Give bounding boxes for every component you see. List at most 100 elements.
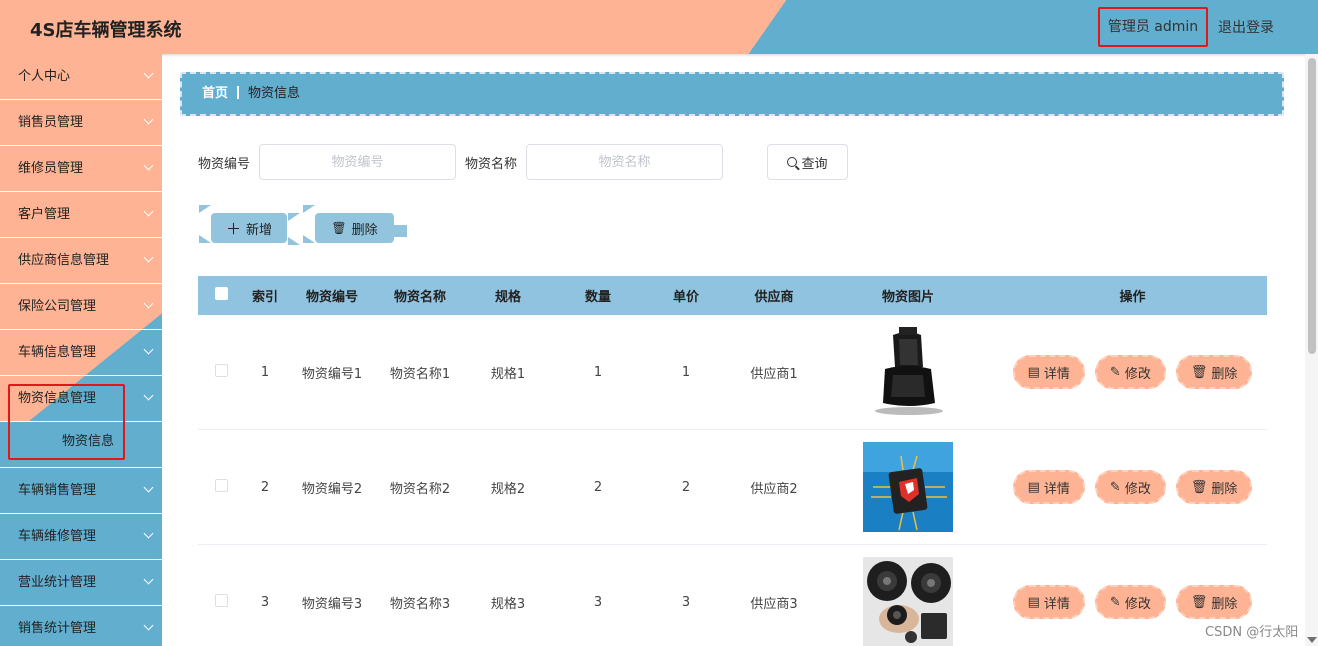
breadcrumb-current: 物资信息 [248,86,301,101]
sidebar-item-label: 保险公司管理 [18,299,97,314]
sidebar-item-label: 物资信息管理 [18,391,97,406]
sidebar: 个人中心 销售员管理 维修员管理 客户管理 供应商信息管理 保险公司管理 车辆信… [0,54,162,646]
edit-icon: ✎ [1109,364,1121,380]
sidebar-item-label: 车辆销售管理 [18,483,97,498]
bulk-delete-button-label: 删除 [351,222,378,238]
sidebar-item-label: 客户管理 [18,207,71,222]
chevron-down-icon [145,606,152,646]
speakers-image [863,557,953,646]
decor-corner [199,205,211,213]
sidebar-item-label: 车辆信息管理 [18,345,97,360]
cell-name: 物资名称2 [389,481,451,497]
column-header: 物资名称 [393,290,446,305]
column-header: 操作 [1119,290,1146,305]
column-header: 物资图片 [881,290,934,305]
cell-code: 物资编号1 [301,366,363,382]
logout-link[interactable]: 退出登录 [1218,17,1274,37]
name-search-input[interactable] [526,144,723,180]
delete-button[interactable]: 🗑 删除 [1175,470,1253,504]
chevron-down-icon [145,330,152,375]
edit-icon: ✎ [1109,594,1121,610]
table-row: 2 物资编号2 物资名称2 规格2 2 2 供应商2 ▤ 详情 ✎ 修改 🗑 删… [198,430,1267,545]
chevron-down-icon [145,192,152,237]
sidebar-item-suppliers[interactable]: 供应商信息管理 [0,238,162,284]
document-icon: ▤ [1027,364,1040,380]
cell-name: 物资名称1 [389,366,451,382]
sidebar-subitem-material-info[interactable]: 物资信息 [0,422,162,468]
sidebar-item-repair-staff[interactable]: 维修员管理 [0,146,162,192]
sidebar-item-label: 营业统计管理 [18,575,97,590]
bulk-delete-button[interactable]: 🗑 删除 [315,213,394,243]
decor-tab [394,225,407,237]
trash-icon: 🗑 [1190,594,1208,610]
detail-button[interactable]: ▤ 详情 [1012,585,1085,619]
add-button[interactable]: ＋ 新增 [211,213,287,243]
sidebar-item-label: 车辆维修管理 [18,529,97,544]
document-icon: ▤ [1027,594,1040,610]
delete-button[interactable]: 🗑 删除 [1175,355,1253,389]
chevron-down-icon [145,146,152,191]
scroll-down-arrow-icon[interactable] [1307,637,1317,643]
edit-button[interactable]: ✎ 修改 [1094,355,1166,389]
cell-index: 3 [260,594,270,610]
sidebar-item-customers[interactable]: 客户管理 [0,192,162,238]
column-header: 规格 [494,290,521,305]
sidebar-item-personal-center[interactable]: 个人中心 [0,54,162,100]
chevron-up-icon [145,376,152,421]
sidebar-item-vehicles[interactable]: 车辆信息管理 [0,330,162,376]
plus-icon: ＋ [225,219,241,238]
cell-price: 1 [681,364,691,380]
column-header: 供应商 [754,290,794,305]
delete-button-label: 删除 [1211,596,1238,612]
edit-button-label: 修改 [1124,596,1151,612]
sidebar-item-vehicle-sales[interactable]: 车辆销售管理 [0,468,162,514]
cell-spec: 规格1 [490,366,526,382]
chevron-down-icon [145,284,152,329]
decor-corner [199,235,211,243]
edit-icon: ✎ [1109,479,1121,495]
row-checkbox[interactable] [214,478,228,492]
table-header: 索引 物资编号 物资名称 规格 数量 单价 供应商 物资图片 操作 [198,276,1267,315]
cell-spec: 规格2 [490,481,526,497]
sidebar-item-business-stats[interactable]: 营业统计管理 [0,560,162,606]
materials-table: 索引 物资编号 物资名称 规格 数量 单价 供应商 物资图片 操作 1 物资编号… [198,276,1267,646]
column-header: 索引 [251,290,278,305]
select-all-checkbox[interactable] [214,287,228,300]
decor-corner [288,213,300,221]
edit-button[interactable]: ✎ 修改 [1094,585,1166,619]
trash-icon: 🗑 [331,221,347,235]
sidebar-item-label: 销售统计管理 [18,621,97,636]
edit-button[interactable]: ✎ 修改 [1094,470,1166,504]
query-button-label: 查询 [801,156,828,172]
sidebar-item-sales-stats[interactable]: 销售统计管理 [0,606,162,646]
trash-icon: 🗑 [1190,364,1208,380]
edit-button-label: 修改 [1124,481,1151,497]
delete-button[interactable]: 🗑 删除 [1175,585,1253,619]
row-checkbox[interactable] [214,363,228,377]
row-checkbox[interactable] [214,593,228,607]
sidebar-item-vehicle-repair[interactable]: 车辆维修管理 [0,514,162,560]
detail-button[interactable]: ▤ 详情 [1012,355,1085,389]
sidebar-item-insurance[interactable]: 保险公司管理 [0,284,162,330]
query-button[interactable]: 查询 [767,144,848,180]
column-header: 数量 [584,290,611,305]
main-content: 首页 物资信息 物资编号 物资名称 查询 ＋ 新增 🗑 删除 索引 物资编号 物资… [162,54,1304,646]
current-user-label[interactable]: 管理员 admin [1098,7,1208,47]
chevron-down-icon [145,514,152,559]
cell-qty: 1 [593,364,603,380]
cell-name: 物资名称3 [389,596,451,612]
chevron-down-icon [145,100,152,145]
breadcrumb-separator [237,86,240,99]
detail-button[interactable]: ▤ 详情 [1012,470,1085,504]
vertical-scrollbar[interactable] [1305,54,1318,646]
sidebar-item-materials[interactable]: 物资信息管理 [0,376,162,422]
search-icon [787,157,798,167]
table-row: 3 物资编号3 物资名称3 规格3 3 3 供应商3 ▤ 详情 ✎ 修改 🗑 删… [198,545,1267,646]
detail-button-label: 详情 [1043,366,1070,382]
sidebar-item-sales-staff[interactable]: 销售员管理 [0,100,162,146]
scrollbar-thumb[interactable] [1308,58,1316,354]
cell-supplier: 供应商1 [750,366,798,382]
code-search-input[interactable] [259,144,456,180]
chevron-down-icon [145,238,152,283]
breadcrumb-home[interactable]: 首页 [202,86,228,101]
